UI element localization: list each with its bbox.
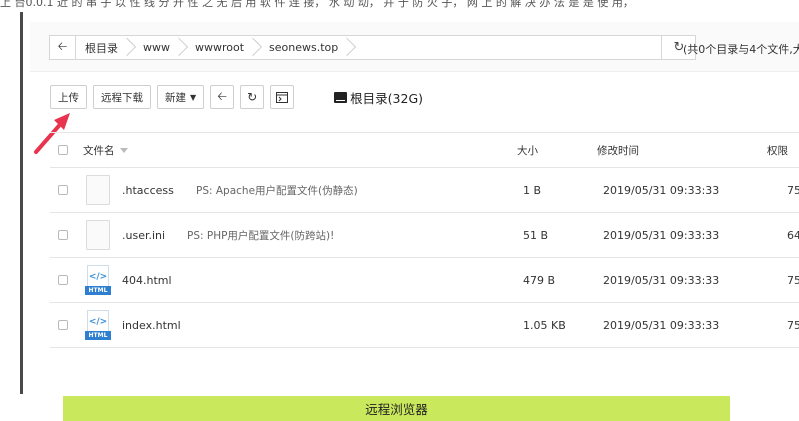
directory-summary: (共0个目录与4个文件,大小 (683, 43, 799, 56)
file-size: 1.05 KB (523, 318, 566, 332)
breadcrumb: 🡠 根目录 www wwwroot seonews.top ↻ (49, 35, 696, 60)
row-checkbox[interactable] (58, 275, 68, 285)
header-filename-label: 文件名 (83, 144, 115, 157)
new-button-label: 新建 (165, 91, 186, 104)
blank-file-icon (86, 220, 110, 250)
breadcrumb-item-www[interactable]: www (134, 36, 186, 59)
toolbar: 上传 远程下载 新建 ▼ 🡠 ↻ 根目录(32G) (50, 84, 423, 110)
row-checkbox[interactable] (58, 230, 68, 240)
breadcrumb-item-wwwroot[interactable]: wwwroot (186, 36, 260, 59)
refresh-icon[interactable]: ↻ (240, 85, 265, 109)
disk-label: 根目录(32G) (350, 90, 424, 106)
file-permission[interactable]: 644 (787, 213, 799, 257)
file-note: PS: Apache用户配置文件(伪静态) (196, 184, 358, 197)
caret-down-icon: ▼ (190, 92, 197, 102)
file-name[interactable]: .htaccess (122, 168, 174, 212)
file-name[interactable]: .user.ini (122, 213, 165, 257)
file-mtime: 2019/05/31 09:33:33 (603, 228, 720, 242)
upload-button[interactable]: 上传 (50, 85, 87, 109)
header-filename[interactable]: 文件名 (83, 133, 128, 167)
header-permission[interactable]: 权限 (767, 133, 788, 167)
file-name[interactable]: index.html (122, 303, 181, 347)
file-size: 51 B (523, 228, 549, 242)
terminal-icon[interactable] (270, 85, 295, 109)
hard-disk-icon (334, 91, 348, 103)
blank-file-icon (86, 175, 110, 205)
html-file-icon: </> HTML (85, 265, 111, 295)
file-note: PS: PHP用户配置文件(防跨站)! (187, 229, 335, 242)
table-row[interactable]: .user.ini PS: PHP用户配置文件(防跨站)! 51 B 2019/… (50, 213, 799, 258)
caption-bar: 远程浏览器 (63, 396, 730, 421)
file-size: 1 B (523, 183, 542, 197)
sort-down-icon (119, 147, 128, 153)
file-mtime: 2019/05/31 09:33:33 (603, 183, 720, 197)
file-size: 479 B (523, 273, 556, 287)
row-checkbox[interactable] (58, 185, 68, 195)
file-table: 文件名 大小 修改时间 权限 .htaccess PS: Apache用户配置文… (50, 132, 799, 348)
breadcrumb-item-root[interactable]: 根目录 (76, 36, 134, 59)
remote-download-button[interactable]: 远程下载 (93, 85, 151, 109)
header-text: 上 台0.0.1 近 的 串 子 以 性 线 分 开 性 之 无 后 用 软 件… (0, 0, 634, 8)
file-name[interactable]: 404.html (122, 258, 172, 302)
html-file-icon: </> HTML (85, 310, 111, 340)
file-permission[interactable]: 755 (787, 303, 799, 347)
file-permission[interactable]: 755 (787, 258, 799, 302)
header-size[interactable]: 大小 (517, 133, 538, 167)
file-mtime: 2019/05/31 09:33:33 (603, 273, 720, 287)
table-header: 文件名 大小 修改时间 权限 (50, 132, 799, 168)
header-mtime[interactable]: 修改时间 (597, 133, 639, 167)
select-all-checkbox[interactable] (58, 145, 68, 155)
file-permission[interactable]: 755 (787, 168, 799, 212)
row-checkbox[interactable] (58, 320, 68, 330)
file-mtime: 2019/05/31 09:33:33 (603, 318, 720, 332)
new-dropdown-button[interactable]: 新建 ▼ (157, 85, 205, 109)
back-icon[interactable]: 🡠 (210, 85, 235, 109)
breadcrumb-item-seonews[interactable]: seonews.top (260, 36, 354, 59)
table-row[interactable]: .htaccess PS: Apache用户配置文件(伪静态) 1 B 2019… (50, 168, 799, 213)
table-row[interactable]: </> HTML 404.html 479 B 2019/05/31 09:33… (50, 258, 799, 303)
back-arrow-icon[interactable]: 🡠 (50, 36, 76, 59)
table-row[interactable]: </> HTML index.html 1.05 KB 2019/05/31 0… (50, 303, 799, 348)
disk-indicator[interactable]: 根目录(32G) (334, 88, 423, 107)
path-bar: 🡠 根目录 www wwwroot seonews.top ↻ (共0个目录与4… (30, 22, 799, 72)
